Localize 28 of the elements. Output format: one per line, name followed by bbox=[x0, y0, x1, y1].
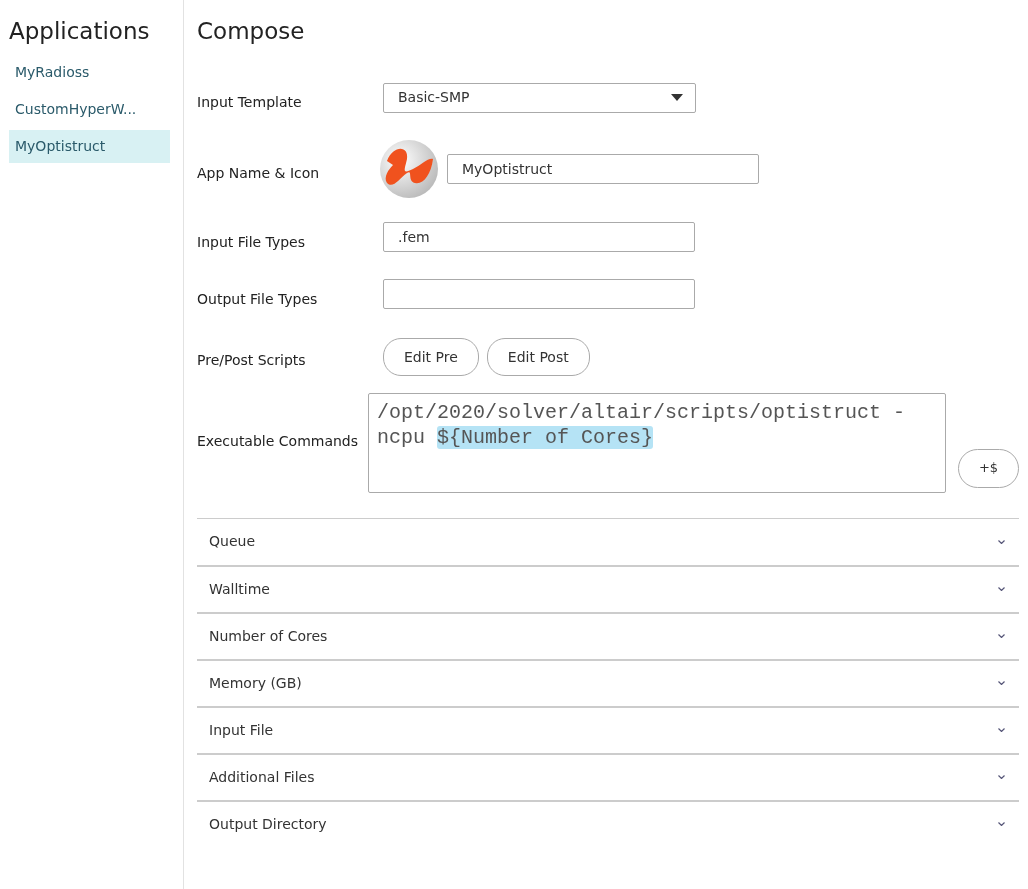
template-dropdown[interactable]: Basic-SMP bbox=[383, 82, 696, 113]
chevron-icon bbox=[998, 634, 1005, 639]
script-button[interactable]: Edit Pre bbox=[383, 338, 479, 377]
chevron-icon bbox=[998, 539, 1005, 544]
file-types-field[interactable]: .fem bbox=[383, 222, 695, 253]
sidebar-item[interactable]: MyOptistruct bbox=[9, 129, 170, 163]
insert-variable-button[interactable]: +$ bbox=[958, 448, 1019, 488]
chevron-icon bbox=[998, 681, 1005, 686]
sidebar-item[interactable]: CustomHyperW... bbox=[9, 92, 170, 126]
field-label: Pre/Post Scripts bbox=[197, 350, 307, 370]
field-label: Input File Types bbox=[197, 232, 307, 252]
chevron-icon bbox=[998, 822, 1005, 827]
field-label: Input Template bbox=[197, 93, 303, 113]
script-button[interactable]: Edit Post bbox=[486, 338, 590, 377]
field-label: Output File Types bbox=[197, 289, 319, 309]
page-title: Compose bbox=[197, 18, 306, 46]
chevron-icon bbox=[998, 728, 1005, 733]
chevron-icon bbox=[998, 587, 1005, 592]
app-logo-icon bbox=[379, 138, 439, 199]
field-label: Executable Commands bbox=[197, 431, 360, 451]
file-types-field[interactable] bbox=[383, 279, 695, 310]
sidebar-title: Applications bbox=[9, 18, 151, 46]
app-name-field[interactable]: MyOptistruct bbox=[447, 153, 759, 184]
sidebar-item[interactable]: MyRadioss bbox=[9, 55, 170, 89]
dropdown-caret-icon bbox=[671, 94, 683, 102]
field-label: App Name & Icon bbox=[197, 164, 321, 184]
chevron-icon bbox=[998, 775, 1005, 780]
command-field[interactable]: /opt/2020/solver/altair/scripts/optistruct -ncpu ${Number of Cores} bbox=[368, 392, 946, 493]
